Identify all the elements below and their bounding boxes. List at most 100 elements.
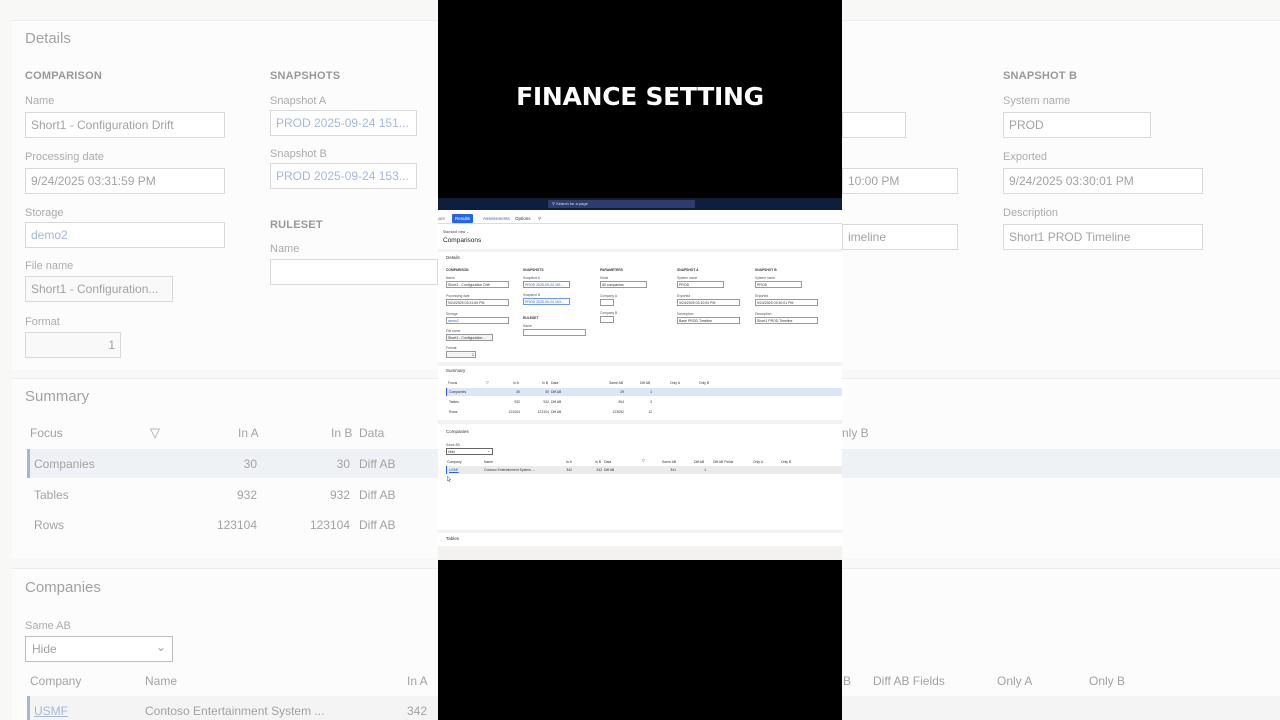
mode-field[interactable]: All companies [600, 281, 647, 288]
summary-r3-data: Diff AB [551, 410, 562, 414]
tab-options[interactable]: Options [512, 214, 534, 223]
page-title: Comparisons [443, 237, 482, 244]
company-in-b: 342 [596, 468, 602, 472]
snapshots-title: SNAPSHOTS [523, 268, 544, 272]
snapshot-a-description-label: Description [677, 312, 694, 316]
search-icon[interactable]: ⚲ [535, 214, 544, 224]
snapshot-a-label: Snapshot A [523, 276, 540, 280]
summary-r2-data: Diff AB [551, 400, 562, 404]
col-in-b[interactable]: In B [595, 460, 601, 464]
view-label: Standard view [443, 230, 466, 234]
snapshot-b-label: Snapshot B [523, 293, 541, 297]
snapshot-a-exported-field[interactable]: 9/24/2025 03:10:00 PM [677, 299, 740, 306]
summary-r1-in-a: 30 [516, 390, 520, 394]
snapshot-a-exported-label: Exported [677, 294, 691, 298]
details-header[interactable]: Details [446, 255, 460, 260]
col-only-b[interactable]: Only B [781, 460, 791, 464]
action-tabs: Share Results Assessments Options ⚲ [438, 213, 842, 224]
format-field[interactable]: 1 [446, 351, 476, 358]
mouse-pointer-icon [447, 476, 452, 482]
summary-r2-focus: Tables [449, 400, 459, 404]
storage-field[interactable]: demo2 [446, 317, 509, 324]
processing-date-field[interactable]: 9/24/2025 03:31:59 PM [446, 299, 509, 306]
col-in-a[interactable]: In A [566, 460, 572, 464]
snapshot-a-field[interactable]: PROD 2025-09-24 151... [523, 281, 570, 288]
col-data[interactable]: Data [551, 381, 558, 385]
col-in-b[interactable]: In B [542, 381, 548, 385]
ruleset-name-field[interactable] [523, 329, 586, 336]
processing-date-label: Processing date [446, 294, 470, 298]
col-data[interactable]: Data [604, 460, 611, 464]
summary-r1-data: Diff AB [551, 390, 562, 394]
video-frame: FINANCE SETTING ⚲ Search for a page Shar… [438, 0, 842, 720]
file-name-label: File name [446, 329, 461, 333]
view-selector[interactable]: Standard view ⌄ [443, 230, 469, 234]
divider [438, 362, 842, 366]
tab-share[interactable]: Share [438, 214, 448, 223]
parameters-title: PARAMETERS [600, 268, 623, 272]
tab-assessments[interactable]: Assessments [480, 214, 513, 223]
col-name[interactable]: Name [484, 460, 493, 464]
same-ab-select[interactable]: Hide ⌄ [446, 448, 493, 455]
summary-r3-same: 123092 [612, 410, 624, 414]
company-in-a: 342 [566, 468, 572, 472]
divider [438, 420, 842, 424]
divider [438, 530, 842, 533]
app-window: ⚲ Search for a page Share Results Assess… [438, 198, 842, 560]
companies-header[interactable]: Companies [446, 429, 469, 434]
snapshot-b-description-label: Description [755, 312, 772, 316]
summary-r3-in-b: 123104 [537, 410, 549, 414]
tables-header[interactable]: Tables [446, 536, 459, 541]
snapshot-a-system-field[interactable]: PROD [677, 281, 724, 288]
col-same-ab[interactable]: Same AB [609, 381, 623, 385]
col-same-ab[interactable]: Same AB [662, 460, 676, 464]
col-only-a[interactable]: Only A [753, 460, 763, 464]
mode-label: Mode [600, 276, 609, 280]
col-only-b[interactable]: Only B [699, 381, 709, 385]
top-navbar: ⚲ Search for a page [438, 198, 842, 210]
snapshot-a-title: SNAPSHOT A [677, 268, 699, 272]
snapshot-a-description-field[interactable]: Base PROD Timeline [677, 317, 740, 324]
name-field[interactable]: Short1 - Configuration Drift [446, 281, 509, 288]
col-focus[interactable]: Focus [448, 381, 457, 385]
summary-r3-focus: Rows [449, 410, 458, 414]
col-diff-ab[interactable]: Diff AB [694, 460, 704, 464]
same-ab-value: Hide [448, 450, 456, 454]
company-link[interactable]: USMF [449, 468, 459, 472]
snapshot-b-exported-field[interactable]: 9/24/2025 03:30:01 PM [755, 299, 818, 306]
company-b-field[interactable] [600, 316, 614, 323]
ruleset-title: RULESET [523, 316, 539, 320]
snapshot-b-title: SNAPSHOT B [755, 268, 777, 272]
ruleset-name-label: Name [523, 324, 532, 328]
summary-r2-in-a: 932 [514, 400, 520, 404]
col-company[interactable]: Company [447, 460, 462, 464]
snapshot-a-system-label: System name [677, 276, 698, 280]
search-box[interactable]: ⚲ Search for a page [548, 200, 695, 208]
snapshot-b-field[interactable]: PROD 2025-09-24 153... [523, 298, 570, 305]
company-a-label: Company A [600, 294, 618, 298]
filter-icon[interactable]: ▽ [486, 381, 489, 385]
summary-header[interactable]: Summary [446, 368, 465, 373]
filter-icon[interactable]: ▽ [642, 459, 645, 463]
summary-r2-diff: 3 [650, 400, 652, 404]
snapshot-b-description-field[interactable]: Short1 PROD Timeline [755, 317, 818, 324]
tab-results[interactable]: Results [452, 214, 474, 223]
divider [438, 249, 842, 252]
search-placeholder: Search for a page [556, 201, 588, 206]
file-name-field[interactable]: Short1 - Configuration... [446, 334, 493, 341]
col-in-a[interactable]: In A [513, 381, 519, 385]
col-diff-ab[interactable]: Diff AB [640, 381, 650, 385]
summary-r3-in-a: 123104 [508, 410, 520, 414]
comparison-title: COMPARISON [446, 268, 469, 272]
company-b-label: Company B [600, 311, 618, 315]
company-a-field[interactable] [600, 299, 614, 306]
col-diff-ab-fields[interactable]: Diff AB Fields [713, 460, 733, 464]
chevron-down-icon: ⌄ [466, 230, 470, 234]
snapshot-b-system-field[interactable]: PROD [755, 281, 802, 288]
summary-r1-in-b: 30 [545, 390, 549, 394]
col-only-a[interactable]: Only A [670, 381, 680, 385]
name-label: Name [446, 276, 455, 280]
caption-title: FINANCE SETTING [516, 82, 764, 111]
summary-r3-diff: 12 [648, 410, 652, 414]
chevron-down-icon: ⌄ [487, 449, 490, 453]
